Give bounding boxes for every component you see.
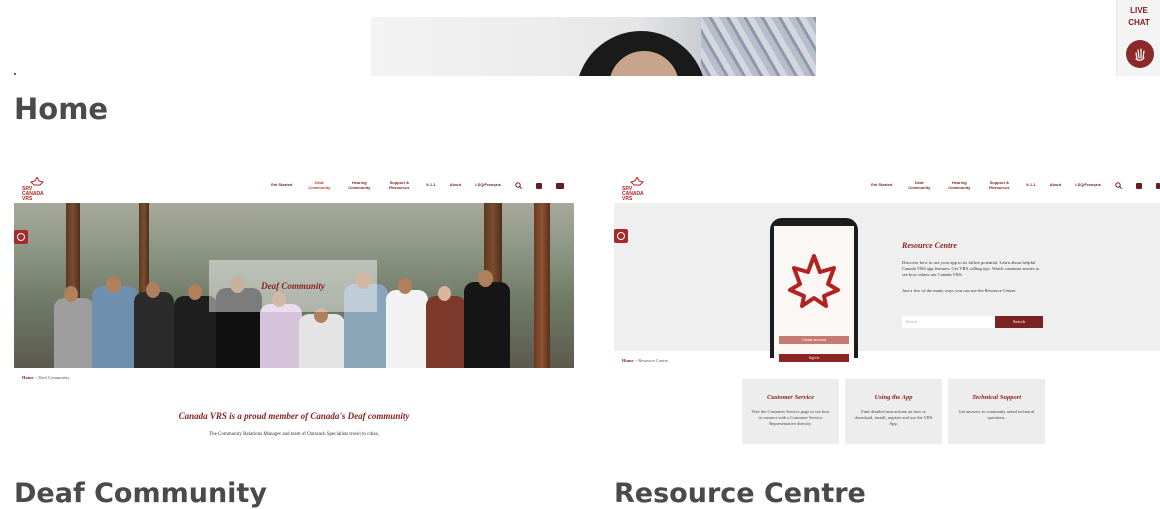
resource-hero	[614, 203, 1160, 351]
facebook-icon[interactable]	[1136, 182, 1142, 189]
card-description: Visit the Customer Service page to see h…	[751, 409, 830, 426]
breadcrumb: Home > Resource Centre	[622, 358, 669, 363]
create-account-button: Create account	[779, 336, 849, 344]
hero-label: Deaf Community	[261, 281, 325, 291]
live-chat-widget[interactable]: LIVE CHAT	[1116, 0, 1160, 76]
nav-911[interactable]: 9-1-1	[1026, 183, 1035, 188]
nav-deaf-community[interactable]: Deaf Community	[306, 180, 332, 190]
nav-get-started[interactable]: Get Started	[871, 183, 893, 188]
card-description: Find detailed instructions on how to dow…	[854, 409, 933, 426]
card-description: Get answers to commonly asked technical …	[958, 409, 1035, 420]
breadcrumb-home[interactable]: Home	[22, 375, 34, 380]
resource-centre-thumbnail[interactable]: SRV CANADA VRS Get Started Deaf Community …	[614, 174, 1160, 444]
nav-about[interactable]: About	[450, 183, 462, 188]
search-icon[interactable]	[515, 182, 522, 189]
youtube-icon[interactable]	[1156, 182, 1160, 189]
nav-911[interactable]: 9-1-1	[426, 183, 435, 188]
community-body-text: The Community Relations Manager and team…	[209, 432, 379, 437]
technical-support-card[interactable]: Technical Support Get answers to commonl…	[948, 379, 1045, 444]
resource-centre-caption[interactable]: Resource Centre	[614, 478, 866, 509]
youtube-icon[interactable]	[556, 182, 564, 189]
card-title: Using the App	[874, 394, 913, 401]
page-title: Home	[14, 92, 109, 126]
nav-support-resources[interactable]: Support & Resources	[986, 180, 1012, 190]
breadcrumb-home[interactable]: Home	[622, 358, 634, 363]
customer-service-card[interactable]: Customer Service Visit the Customer Serv…	[742, 379, 839, 444]
site-nav: SRV CANADA VRS Get Started Deaf Community …	[614, 174, 1160, 204]
nav-language[interactable]: LSQ/Français	[1075, 183, 1101, 188]
community-group-photo: Deaf Community	[14, 203, 574, 368]
card-title: Technical Support	[971, 394, 1022, 401]
using-the-app-card[interactable]: Using the App Find detailed instructions…	[845, 379, 942, 444]
site-nav: SRV CANADA VRS Get Started Deaf Community …	[14, 174, 574, 204]
hero-label-box: Deaf Community	[209, 260, 377, 312]
search-icon[interactable]	[1115, 182, 1122, 189]
resource-intro: Discover how to use your app to its full…	[902, 260, 1040, 277]
canada-vrs-logo: SRV CANADA VRS	[622, 177, 652, 202]
nav-support-resources[interactable]: Support & Resources	[386, 180, 412, 190]
decorative-dot	[14, 73, 16, 75]
phone-mockup: Create account Sign in	[770, 218, 858, 362]
live-chat-label-2: CHAT	[1128, 18, 1150, 27]
nav-deaf-community[interactable]: Deaf Community	[906, 180, 932, 190]
resource-search-input[interactable]: Search...	[902, 316, 995, 328]
nav-get-started[interactable]: Get Started	[271, 183, 293, 188]
nav-language[interactable]: LSQ/Français	[475, 183, 501, 188]
deaf-community-thumbnail[interactable]: SRV CANADA VRS Get Started Deaf Community …	[14, 174, 574, 444]
resource-centre-title: Resource Centre	[902, 241, 957, 250]
resource-subtext: Just a few of the many ways you can use …	[902, 288, 1017, 293]
nav-hearing-community[interactable]: Hearing Community	[946, 180, 972, 190]
nav-hearing-community[interactable]: Hearing Community	[346, 180, 372, 190]
canada-vrs-logo: SRV CANADA VRS	[22, 177, 52, 202]
breadcrumb: Home > Deaf Community	[22, 375, 70, 380]
community-headline: Canada VRS is a proud member of Canada's…	[178, 411, 410, 421]
accessibility-badge[interactable]	[14, 230, 28, 244]
top-banner-photo	[371, 17, 816, 76]
facebook-icon[interactable]	[536, 182, 542, 189]
accessibility-badge[interactable]	[614, 229, 628, 243]
sign-in-button: Sign in	[779, 354, 849, 362]
nav-about[interactable]: About	[1050, 183, 1062, 188]
resource-search-button[interactable]: Search	[995, 316, 1043, 328]
canada-vrs-leaf-logo	[788, 254, 840, 308]
deaf-community-caption[interactable]: Deaf Community	[14, 478, 267, 509]
card-title: Customer Service	[766, 394, 815, 401]
hand-wave-icon[interactable]	[1126, 40, 1154, 68]
live-chat-label-1: LIVE	[1130, 6, 1148, 15]
